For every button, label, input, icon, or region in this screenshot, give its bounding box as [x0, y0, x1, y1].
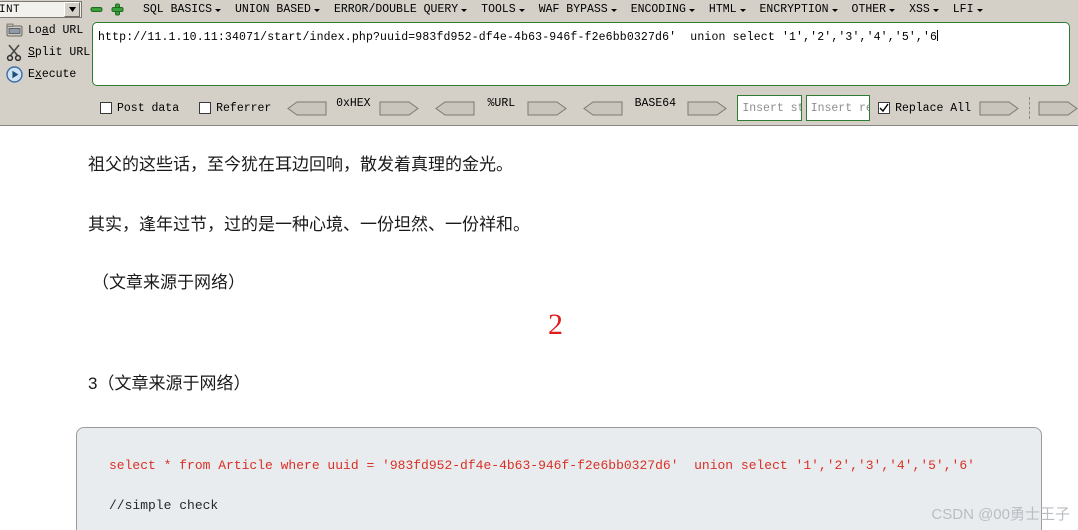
split-url-label: Split URL — [28, 45, 91, 59]
url-decode-arrow-icon[interactable] — [435, 101, 475, 116]
menu-label: XSS — [909, 3, 930, 16]
menu-label: WAF BYPASS — [538, 3, 608, 16]
csdn-watermark: CSDN @00勇士王子 — [931, 506, 1070, 523]
sql-comment-line: //simple check — [109, 498, 219, 513]
menu-label: TOOLS — [481, 3, 516, 16]
chevron-down-icon — [932, 9, 939, 12]
base64-decode-arrow-icon[interactable] — [583, 101, 623, 116]
checkbox-box-checked — [878, 102, 891, 114]
menu-other[interactable]: OTHER — [845, 2, 903, 17]
checkbox-box — [100, 102, 112, 114]
url-input[interactable]: http://11.1.10.11:34071/start/index.php?… — [92, 22, 1070, 86]
text-cursor — [937, 30, 939, 41]
hackbar-menus: SQL BASICS UNION BASED ERROR/DOUBLE QUER… — [136, 2, 990, 17]
menu-waf-bypass[interactable]: WAF BYPASS — [532, 2, 624, 17]
injected-column-marker: 2 — [548, 308, 563, 341]
chevron-down-icon — [313, 9, 320, 12]
menu-tools[interactable]: TOOLS — [474, 2, 532, 17]
hackbar-actions: Load URL Split URL Execute — [0, 19, 91, 91]
toolbar-divider — [1028, 97, 1030, 119]
post-data-checkbox[interactable]: Post data — [100, 102, 179, 115]
search-string-input[interactable]: Insert string to replace — [737, 95, 802, 121]
scissors-icon — [4, 42, 24, 62]
chevron-down-icon[interactable] — [64, 2, 80, 17]
article-paragraph-2: 其实，逢年过节，过的是一种心境、一份坦然、一份祥和。 — [88, 215, 530, 234]
chevron-down-icon — [215, 9, 222, 12]
url-encode-arrow-icon[interactable] — [527, 101, 568, 116]
menu-union-based[interactable]: UNION BASED — [228, 2, 327, 17]
menu-xss[interactable]: XSS — [902, 2, 946, 17]
type-selector-value: INT — [0, 3, 21, 16]
menu-label: ENCODING — [630, 3, 686, 16]
replace-all-checkbox[interactable]: Replace All — [878, 102, 971, 115]
sql-code-block: select * from Article where uuid = '983f… — [76, 427, 1042, 530]
menu-lfi[interactable]: LFI — [946, 2, 990, 17]
load-url-button[interactable]: Load URL — [0, 19, 88, 41]
menu-label: SQL BASICS — [143, 3, 213, 16]
encoder-hex-label: 0xHEX — [336, 96, 371, 110]
sql-query-line: select * from Article where uuid = '983f… — [109, 458, 975, 473]
chevron-down-icon — [688, 9, 695, 12]
post-data-label: Post data — [117, 101, 180, 115]
encoder-url-group: %URL — [435, 97, 568, 116]
menu-label: ERROR/DOUBLE QUERY — [333, 3, 459, 16]
base64-encode-arrow-icon[interactable] — [687, 101, 728, 116]
hackbar-menu-strip: INT SQL BASICS UNION BASED ERROR/DOUBLE … — [0, 0, 1078, 19]
menu-label: OTHER — [851, 3, 887, 16]
menu-label: ENCRYPTION — [759, 3, 829, 16]
hex-decode-arrow-icon[interactable] — [287, 101, 327, 116]
page-content: 祖父的这些话，至今犹在耳边回响，散发着真理的金光。 其实，逢年过节，过的是一种心… — [0, 126, 1078, 530]
hackbar-toolbar: INT SQL BASICS UNION BASED ERROR/DOUBLE … — [0, 0, 1078, 126]
article-source-note-2: 3（文章来源于网络） — [88, 374, 251, 393]
menu-label: UNION BASED — [235, 3, 311, 16]
menu-encoding[interactable]: ENCODING — [624, 2, 702, 17]
chevron-down-icon — [976, 9, 983, 12]
article-paragraph-1: 祖父的这些话，至今犹在耳边回响，散发着真理的金光。 — [88, 155, 513, 174]
chevron-down-icon — [889, 9, 896, 12]
menu-sql-basics[interactable]: SQL BASICS — [136, 2, 228, 17]
menu-error-double-query[interactable]: ERROR/DOUBLE QUERY — [327, 2, 474, 17]
search-string-placeholder: Insert string to replace — [742, 101, 800, 115]
load-url-icon — [4, 20, 24, 40]
menu-label: LFI — [952, 3, 974, 16]
load-url-label: Load URL — [28, 23, 84, 37]
encoder-url-label: %URL — [487, 96, 516, 110]
menu-html[interactable]: HTML — [702, 2, 753, 17]
type-selector-dropdown[interactable]: INT — [0, 1, 82, 18]
plus-icon[interactable] — [111, 3, 124, 16]
chevron-down-icon — [518, 9, 525, 12]
replace-all-label: Replace All — [895, 101, 971, 115]
menu-encryption[interactable]: ENCRYPTION — [753, 2, 845, 17]
chevron-down-icon — [610, 9, 617, 12]
encoder-base64-group: BASE64 — [583, 97, 728, 116]
url-input-value: http://11.1.10.11:34071/start/index.php?… — [98, 31, 938, 44]
execute-label: Execute — [28, 67, 77, 81]
encoder-base64-label: BASE64 — [634, 96, 677, 110]
checkbox-box — [199, 102, 212, 114]
hex-encode-arrow-icon[interactable] — [379, 101, 420, 116]
encoder-hex-group: 0xHEX — [287, 97, 420, 116]
replace-apply-arrow-icon[interactable] — [979, 101, 1019, 116]
split-url-button[interactable]: Split URL — [0, 41, 91, 63]
chevron-down-icon — [461, 9, 468, 12]
menu-label: HTML — [708, 3, 737, 16]
referrer-checkbox[interactable]: Referrer — [199, 102, 271, 115]
minus-icon[interactable] — [90, 3, 103, 16]
hackbar-controls: Post data Referrer 0xHEX %URL BASE64 Ins… — [0, 92, 1078, 124]
referrer-label: Referrer — [216, 101, 272, 115]
play-icon — [4, 64, 24, 84]
execute-button[interactable]: Execute — [0, 63, 88, 85]
article-source-note: （文章来源于网络） — [92, 273, 245, 292]
replace-string-input[interactable]: Insert replacing string — [805, 95, 871, 121]
chevron-down-icon — [739, 9, 746, 12]
replace-string-placeholder: Insert replacing string — [810, 101, 869, 115]
overflow-arrow-icon[interactable] — [1038, 101, 1078, 116]
chevron-down-icon — [831, 9, 838, 12]
